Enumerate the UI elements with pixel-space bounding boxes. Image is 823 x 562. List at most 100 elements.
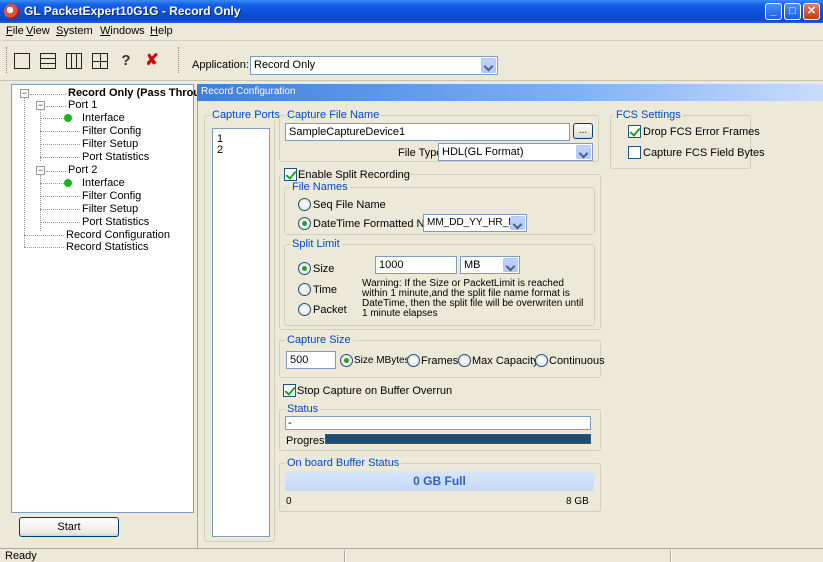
status-text: Ready [5,550,37,562]
tree-port2-filter-config[interactable]: Filter Config [82,190,141,202]
frames-label: Frames [421,355,459,367]
capture-size-title: Capture Size [285,334,353,346]
progress-label: Progress [286,435,331,447]
title-bar: GL PacketExpert10G1G - Record Only _ □ ✕ [0,0,823,23]
capture-ports-title: Capture Ports [210,109,282,121]
menu-view[interactable]: View [26,25,50,37]
collapse-icon[interactable]: − [36,101,45,110]
collapse-icon[interactable]: − [36,166,45,175]
seq-file-name-label: Seq File Name [313,199,386,211]
status-divider [344,550,346,562]
buffer-max: 8 GB [566,496,589,507]
seq-file-name-radio[interactable] [298,198,311,211]
list-item[interactable]: 2 [217,144,223,156]
buffer-status-title: On board Buffer Status [285,457,402,469]
capture-size-input[interactable]: 500 [286,351,336,369]
menu-help[interactable]: Help [150,25,173,37]
enable-split-checkbox[interactable] [284,168,297,181]
stop-overrun-checkbox[interactable] [283,384,296,397]
max-capacity-radio[interactable] [458,354,471,367]
drop-fcs-label: Drop FCS Error Frames [643,126,760,138]
toolbar: ? ✘ Application: Record Only [0,41,823,81]
app-icon [4,4,19,19]
split-limit-title: Split Limit [290,238,342,250]
frames-radio[interactable] [407,354,420,367]
max-capacity-label: Max Capacity [472,355,539,367]
capture-fcs-checkbox[interactable] [628,146,641,159]
tree-port2-statistics[interactable]: Port Statistics [82,216,149,228]
application-value: Record Only [254,59,316,71]
capture-file-title: Capture File Name [285,109,382,121]
menu-bar: File View System Windows Help [0,23,823,41]
start-button[interactable]: Start [19,517,119,537]
tree-port2-interface[interactable]: Interface [82,177,125,189]
status-title: Status [285,403,321,415]
progress-track [325,434,591,444]
buffer-bar: 0 GB Full [285,471,594,491]
capture-fcs-label: Capture FCS Field Bytes [643,147,765,159]
file-type-label: File Type [398,147,443,159]
tree-port2-filter-setup[interactable]: Filter Setup [82,203,138,215]
tree-port2[interactable]: Port 2 [68,164,97,176]
close-icon[interactable]: ✘ [142,52,162,70]
tree-record-configuration[interactable]: Record Configuration [66,229,170,241]
drop-fcs-checkbox[interactable] [628,125,641,138]
horizontal-split-icon[interactable] [38,52,58,70]
vertical-split-icon[interactable] [64,52,84,70]
size-mbytes-radio[interactable] [340,354,353,367]
tree-root[interactable]: Record Only (Pass Through) [68,87,217,99]
datetime-format-select[interactable]: MM_DD_YY_HR_MM [423,214,527,232]
file-type-select[interactable]: HDL(GL Format) [438,143,593,161]
collapse-icon[interactable]: − [20,89,29,98]
progress-bar [325,434,591,444]
chevron-down-icon[interactable] [481,58,496,73]
file-names-title: File Names [290,181,350,193]
chevron-down-icon[interactable] [510,216,525,230]
file-type-value: HDL(GL Format) [442,146,524,158]
split-packet-radio[interactable] [298,303,311,316]
chevron-down-icon[interactable] [503,258,518,272]
menu-file[interactable]: File [6,25,24,37]
maximize-button[interactable]: □ [784,3,801,20]
capture-file-input[interactable]: SampleCaptureDevice1 [285,123,570,141]
split-packet-label: Packet [313,304,347,316]
split-size-radio[interactable] [298,262,311,275]
application-select[interactable]: Record Only [250,56,498,75]
chevron-down-icon[interactable] [576,145,591,159]
split-unit-select[interactable]: MB [460,256,520,274]
buffer-min: 0 [286,496,292,507]
minimize-button[interactable]: _ [765,3,782,20]
split-warning: Warning: If the Size or PacketLimit is r… [362,278,584,319]
split-time-label: Time [313,284,338,296]
tree-port1-filter-setup[interactable]: Filter Setup [82,138,138,150]
split-time-radio[interactable] [298,283,311,296]
split-size-input[interactable]: 1000 [375,256,457,274]
panel-header: Record Configuration [197,84,823,101]
quad-split-icon[interactable] [90,52,110,70]
tree-port1[interactable]: Port 1 [68,99,97,111]
help-icon[interactable]: ? [116,52,136,70]
tree-port1-filter-config[interactable]: Filter Config [82,125,141,137]
single-pane-icon[interactable] [12,52,32,70]
capture-ports-list[interactable]: 1 2 [212,128,270,537]
menu-windows[interactable]: Windows [100,25,145,37]
browse-button[interactable]: ... [573,123,593,139]
tree-port1-interface[interactable]: Interface [82,112,125,124]
status-text: - [285,416,591,430]
tree-port1-statistics[interactable]: Port Statistics [82,151,149,163]
fcs-settings-group [610,115,751,169]
menu-system[interactable]: System [56,25,93,37]
datetime-names-radio[interactable] [298,217,311,230]
application-label: Application: [192,59,249,71]
navigation-tree[interactable]: − Record Only (Pass Through) − Port 1 In… [11,84,217,513]
close-window-button[interactable]: ✕ [803,3,820,20]
status-divider [670,550,672,562]
continuous-label: Continuous [549,355,605,367]
tree-record-statistics[interactable]: Record Statistics [66,241,149,253]
fcs-settings-title: FCS Settings [614,109,683,121]
continuous-radio[interactable] [535,354,548,367]
toolbar-grip [178,47,181,73]
window-title: GL PacketExpert10G1G - Record Only [24,4,241,18]
size-mbytes-label: Size MBytes [354,355,410,366]
toolbar-grip [6,47,9,73]
